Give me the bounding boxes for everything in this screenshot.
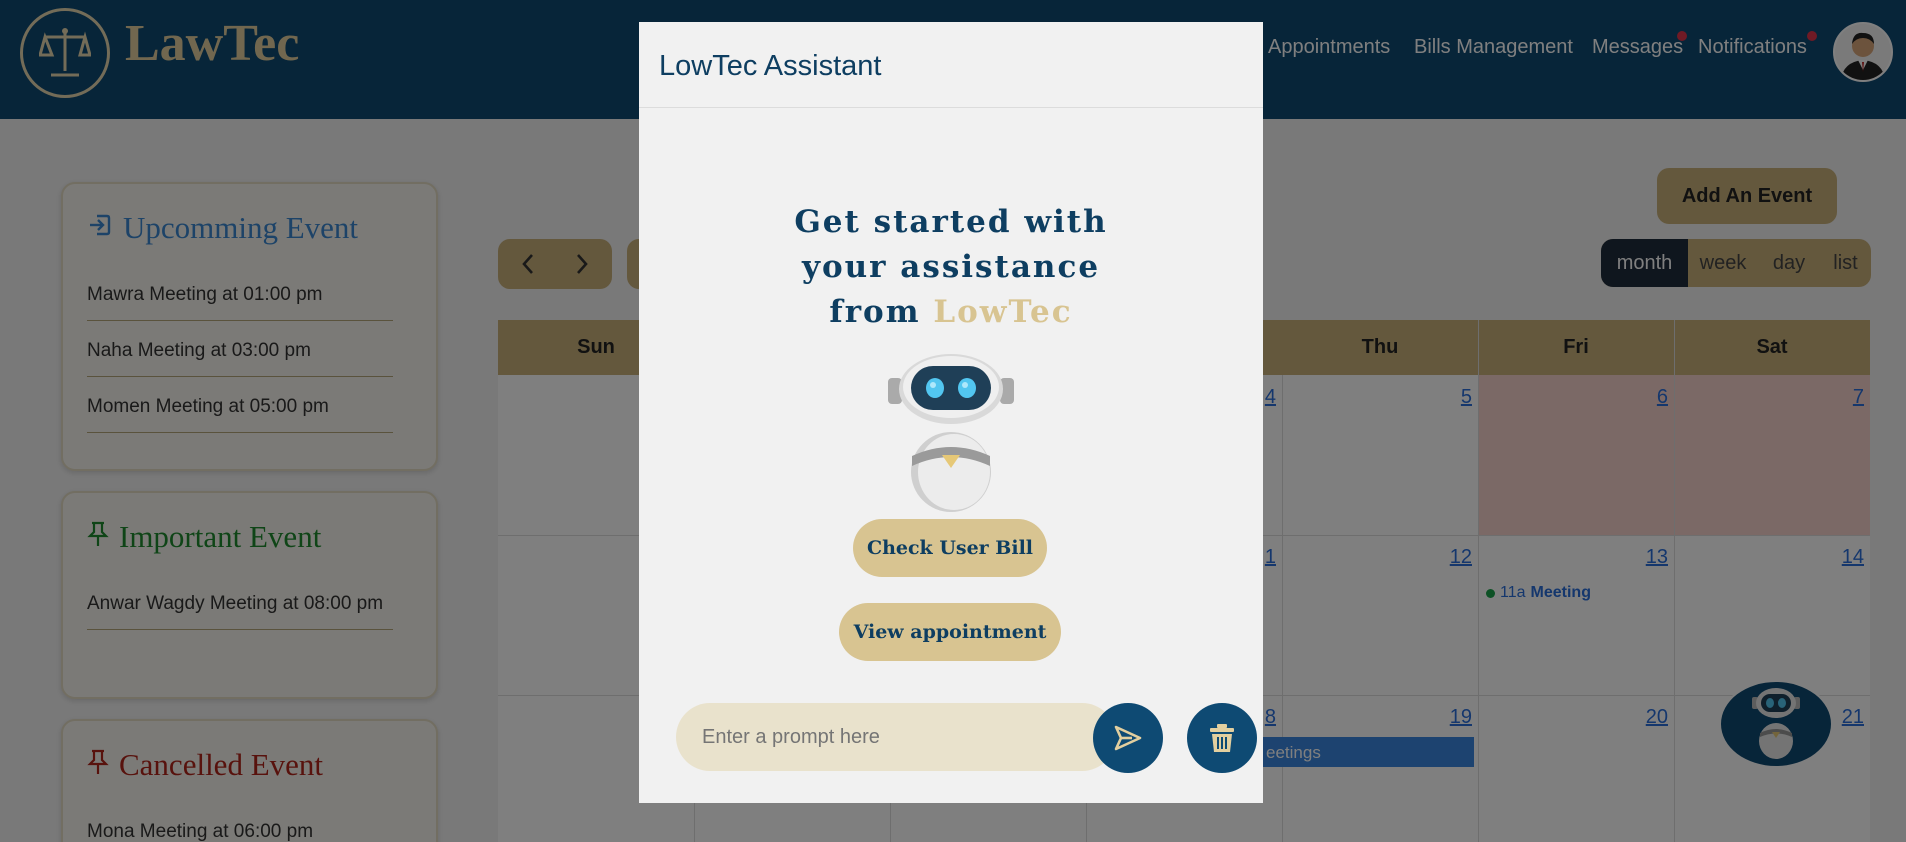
prompt-input[interactable] — [676, 703, 1116, 771]
assistant-hero-text: Get started with your assistance from Lo… — [789, 200, 1113, 335]
hero-brand: LowTec — [933, 294, 1073, 330]
hero-line: your assistance — [801, 249, 1101, 285]
send-button[interactable] — [1093, 703, 1163, 773]
clear-chat-button[interactable] — [1187, 703, 1257, 773]
modal-divider — [639, 107, 1263, 108]
hero-line-prefix: from — [829, 294, 921, 330]
robot-illustration — [886, 354, 1016, 517]
view-appointment-button[interactable]: View appointment — [839, 603, 1061, 661]
trash-icon — [1210, 724, 1234, 752]
robot-icon — [888, 354, 1014, 512]
hero-line: from LowTec — [789, 290, 1113, 335]
hero-line: Get started with — [794, 204, 1108, 240]
send-icon — [1114, 725, 1142, 751]
assistant-modal-title: LowTec Assistant — [659, 50, 882, 82]
assistant-modal: LowTec Assistant Get started with your a… — [639, 22, 1263, 803]
check-user-bill-button[interactable]: Check User Bill — [853, 519, 1047, 577]
